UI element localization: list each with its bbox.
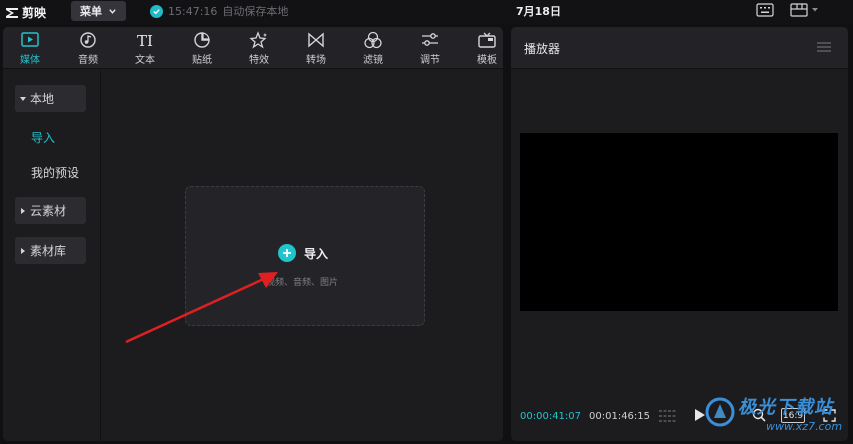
sidebar-item-label: 本地 — [30, 92, 55, 106]
player-header: 播放器 — [511, 27, 848, 69]
sidebar-item-label: 云素材 — [30, 204, 67, 218]
tab-label: 贴纸 — [192, 55, 212, 66]
save-text: 自动保存本地 — [222, 5, 289, 18]
chevron-down-icon — [109, 8, 116, 14]
filter-icon — [364, 31, 382, 49]
watermark-url: www.xz7.com — [766, 420, 843, 433]
timeline-list-icon[interactable] — [658, 409, 678, 423]
site-watermark: 极光下载站 www.xz7.com — [700, 390, 850, 442]
tab-label: 滤镜 — [363, 55, 383, 66]
title-bar: 剪映 菜单 15:47:16 自动保存本地 7月18日 — [0, 0, 853, 24]
tab-label: 特效 — [249, 55, 269, 66]
media-panel: 媒体 音频 TI 文本 贴纸 特效 转场 滤镜 调节 模板 本地 导入 我的预设… — [3, 27, 503, 441]
tab-label: 媒体 — [20, 55, 40, 66]
keyboard-icon[interactable] — [756, 3, 774, 17]
sidebar-item-my-presets[interactable]: 我的预设 — [15, 159, 86, 186]
media-sidebar: 本地 导入 我的预设 云素材 素材库 — [3, 70, 101, 441]
sidebar-item-local[interactable]: 本地 — [15, 85, 86, 112]
import-button[interactable]: 导入 — [278, 244, 328, 262]
project-date: 7月18日 — [516, 5, 561, 18]
sidebar-item-library[interactable]: 素材库 — [15, 237, 86, 264]
player-panel: 播放器 00:00:41:07 00:01:46:15 16:9 — [511, 27, 848, 441]
tab-media[interactable]: 媒体 — [7, 27, 53, 69]
adjust-icon — [422, 33, 438, 46]
svg-text:TI: TI — [137, 32, 153, 49]
watermark-logo-icon — [705, 397, 735, 427]
tab-label: 文本 — [135, 55, 155, 66]
tab-template[interactable]: 模板 — [464, 27, 503, 69]
transition-icon — [308, 32, 324, 48]
tab-filter[interactable]: 滤镜 — [350, 27, 396, 69]
sidebar-item-label: 导入 — [31, 131, 56, 145]
tab-audio[interactable]: 音频 — [65, 27, 111, 69]
menu-label: 菜单 — [80, 5, 102, 18]
current-time: 00:00:41:07 — [520, 411, 582, 422]
app-name: 剪映 — [22, 5, 47, 20]
import-dropzone[interactable]: 导入 视频、音频、图片 — [185, 186, 425, 326]
tab-label: 调节 — [420, 55, 440, 66]
tab-label: 模板 — [477, 55, 497, 66]
import-label: 导入 — [304, 246, 329, 261]
tab-effects[interactable]: 特效 — [236, 27, 282, 69]
tab-transition[interactable]: 转场 — [293, 27, 339, 69]
check-circle-icon — [150, 4, 163, 18]
sidebar-item-label: 我的预设 — [31, 166, 80, 180]
tab-label: 转场 — [306, 55, 326, 66]
save-status: 15:47:16 自动保存本地 — [150, 3, 288, 19]
template-icon — [478, 32, 496, 48]
caret-right-icon — [21, 247, 25, 254]
hamburger-menu-icon[interactable] — [817, 41, 831, 53]
capcut-logo-icon — [6, 8, 18, 18]
tab-adjust[interactable]: 调节 — [407, 27, 453, 69]
tab-text[interactable]: TI 文本 — [122, 27, 168, 69]
menu-button[interactable]: 菜单 — [71, 1, 126, 21]
feature-toolbar: 媒体 音频 TI 文本 贴纸 特效 转场 滤镜 调节 模板 — [3, 27, 503, 69]
caret-down-icon — [20, 96, 26, 101]
media-icon — [21, 32, 39, 47]
sidebar-item-label: 素材库 — [30, 244, 67, 258]
media-content: 导入 视频、音频、图片 — [102, 70, 503, 441]
tab-label: 音频 — [78, 55, 98, 66]
caret-right-icon — [21, 207, 25, 214]
import-hint: 视频、音频、图片 — [266, 278, 339, 288]
total-time: 00:01:46:15 — [589, 411, 651, 422]
sticker-icon — [194, 32, 210, 48]
app-logo: 剪映 — [5, 4, 46, 20]
video-preview[interactable] — [520, 133, 838, 311]
layout-icon[interactable] — [790, 3, 820, 17]
effects-icon — [249, 31, 267, 49]
plus-circle-icon — [278, 244, 296, 262]
text-icon: TI — [137, 32, 153, 49]
audio-icon — [80, 32, 96, 48]
tab-sticker[interactable]: 贴纸 — [179, 27, 225, 69]
player-title: 播放器 — [524, 42, 561, 56]
watermark-text: 极光下载站 — [738, 397, 833, 418]
sidebar-item-cloud[interactable]: 云素材 — [15, 197, 86, 224]
sidebar-item-import[interactable]: 导入 — [15, 124, 86, 151]
save-time: 15:47:16 — [168, 4, 218, 18]
